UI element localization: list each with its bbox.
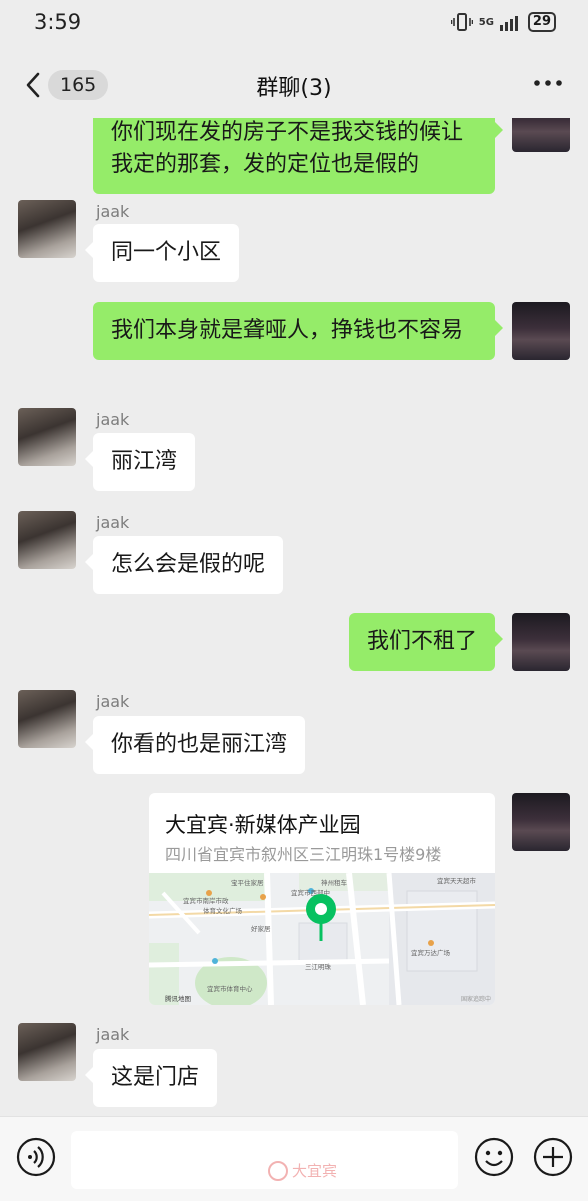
sender-name: jaak bbox=[96, 1025, 130, 1044]
message-text: 怎么会是假的呢 bbox=[111, 552, 266, 577]
location-card[interactable]: 大宜宾·新媒体产业园 四川省宜宾市叙州区三江明珠1号楼9楼 宝平住家居 神州租车… bbox=[149, 793, 495, 1005]
signal-icon bbox=[499, 16, 518, 31]
map-label: 宜宾天天超市 bbox=[437, 876, 477, 885]
avatar[interactable] bbox=[18, 408, 76, 466]
status-time: 3:59 bbox=[34, 10, 82, 34]
emoji-icon[interactable] bbox=[474, 1137, 514, 1177]
map-label: 宜宾市体育中心 bbox=[207, 984, 253, 993]
nav-bar: 165 群聊(3) bbox=[0, 52, 588, 118]
message-input[interactable] bbox=[71, 1131, 458, 1189]
avatar[interactable] bbox=[512, 613, 570, 671]
avatar[interactable] bbox=[18, 690, 76, 748]
message-text: 我们本身就是聋哑人，挣钱也不容易 bbox=[111, 318, 464, 343]
voice-icon[interactable] bbox=[16, 1137, 56, 1177]
location-address: 四川省宜宾市叙州区三江明珠1号楼9楼 bbox=[165, 845, 442, 864]
message-text: 同一个小区 bbox=[111, 240, 222, 265]
map-label: 三江明珠 bbox=[305, 962, 332, 971]
sender-name: jaak bbox=[96, 202, 130, 221]
status-bar: 3:59 5G 29 bbox=[0, 0, 588, 48]
location-name: 大宜宾·新媒体产业园 bbox=[165, 813, 361, 837]
map-label: 腾讯地图 bbox=[165, 994, 191, 1003]
avatar[interactable] bbox=[512, 793, 570, 851]
message-bubble[interactable]: 这是门店 bbox=[84, 1049, 218, 1107]
sender-name: jaak bbox=[96, 692, 130, 711]
avatar[interactable] bbox=[512, 302, 570, 360]
map-label: 国家追踪中 bbox=[461, 995, 491, 1003]
watermark-logo-icon bbox=[268, 1160, 288, 1181]
map-label: 体育文化广场 bbox=[203, 906, 243, 915]
input-bar bbox=[0, 1116, 588, 1201]
vibrate-icon bbox=[450, 13, 473, 31]
message-text: 这是门店 bbox=[111, 1065, 200, 1090]
status-icons: 5G 29 bbox=[450, 12, 556, 32]
sender-name: jaak bbox=[96, 410, 130, 429]
location-map[interactable]: 宝平住家居 神州租车 宜宾天天超市 宜宾市南岸市政 体育文化广场 宜宾市西部中 … bbox=[149, 873, 495, 1005]
map-label: 神州租车 bbox=[321, 878, 348, 887]
message-bubble[interactable]: 你们现在发的房子不是我交钱的候让我定的那套，发的定位也是假的 bbox=[93, 118, 503, 194]
message-bubble[interactable]: 你看的也是丽江湾 bbox=[84, 716, 306, 774]
avatar[interactable] bbox=[512, 118, 570, 152]
message-bubble[interactable]: 丽江湾 bbox=[84, 433, 196, 491]
map-label: 好家居 bbox=[251, 924, 271, 933]
message-text: 丽江湾 bbox=[111, 449, 178, 474]
watermark: 大宜宾 bbox=[268, 1160, 337, 1181]
network-label: 5G bbox=[478, 16, 494, 28]
avatar[interactable] bbox=[18, 511, 76, 569]
sender-name: jaak bbox=[96, 513, 130, 532]
message-bubble[interactable]: 我们本身就是聋哑人，挣钱也不容易 bbox=[93, 302, 503, 360]
avatar[interactable] bbox=[18, 1023, 76, 1081]
message-text: 我们不租了 bbox=[366, 629, 477, 654]
message-bubble[interactable]: 怎么会是假的呢 bbox=[84, 536, 284, 594]
chat-title: 群聊(3) bbox=[256, 76, 332, 101]
map-label: 宜宾万达广场 bbox=[411, 948, 451, 957]
map-label: 宜宾市南岸市政 bbox=[183, 896, 229, 905]
battery-icon: 29 bbox=[527, 12, 556, 32]
message-bubble[interactable]: 我们不租了 bbox=[348, 613, 504, 671]
avatar[interactable] bbox=[18, 200, 76, 258]
message-bubble[interactable]: 同一个小区 bbox=[84, 224, 240, 282]
chat-area[interactable]: 你们现在发的房子不是我交钱的候让我定的那套，发的定位也是假的 jaak 同一个小… bbox=[0, 118, 588, 1116]
map-label: 宝平住家居 bbox=[231, 878, 264, 887]
more-icon[interactable] bbox=[534, 78, 562, 88]
message-text: 你看的也是丽江湾 bbox=[111, 732, 288, 757]
watermark-text: 大宜宾 bbox=[292, 1162, 338, 1180]
message-text: 你们现在发的房子不是我交钱的候让我定的那套，发的定位也是假的 bbox=[111, 120, 464, 177]
plus-icon[interactable] bbox=[533, 1137, 573, 1177]
